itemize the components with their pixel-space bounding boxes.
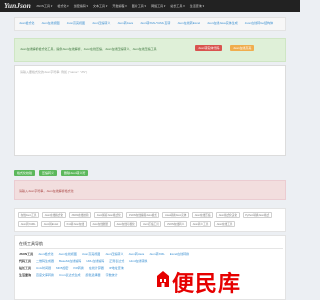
tag-cloud: 在线Json工具 Json在线格式化 JSON在线校验 Json解析Json格式…	[14, 208, 286, 232]
tool-link[interactable]: 正则表达式	[109, 259, 124, 263]
tool-tabs-panel: Json格式化 Json在线视图 Json高亮视图 Json压缩转义 Json转…	[14, 17, 286, 31]
tool-link[interactable]: Unix时间戳	[36, 266, 51, 270]
tool-link[interactable]: 颜色选择器	[86, 273, 101, 277]
tools-category: 站长工具	[19, 266, 32, 270]
nav-dev[interactable]: 开发编程 ▾	[112, 4, 126, 8]
tool-link[interactable]: Json在线视图	[59, 252, 77, 256]
tag-chip[interactable]: Json格式化美化	[216, 212, 240, 219]
tag-chip[interactable]: Xml转Json在线	[63, 221, 87, 228]
tab-json-to-java[interactable]: Json转Java	[117, 21, 133, 25]
tools-category: 生活查询	[19, 273, 32, 277]
tab-json-compress[interactable]: Json压缩转义	[92, 21, 110, 25]
tag-chip[interactable]: Json在线图谱	[89, 221, 111, 228]
tool-link[interactable]: 百度文库转换	[36, 273, 54, 277]
building-icon	[157, 271, 169, 287]
nav-text-tools[interactable]: 文本工具 ▾	[93, 4, 107, 8]
tag-chip[interactable]: Json在线可视化	[113, 221, 138, 228]
info-tip-panel: Json在线解析格式化工具，提供Json在线解析、Json在线压缩、Json在线…	[14, 38, 286, 62]
tab-json-excel[interactable]: Json在线转Excel	[177, 21, 200, 25]
tools-row-json: JSON工具 Json格式化 Json在线视图 Json高亮视图 Json压缩转…	[19, 252, 189, 256]
nav-json-tools[interactable]: JSON工具 ▾	[36, 4, 52, 8]
tag-chip[interactable]: Json转Excel	[41, 221, 61, 228]
tool-link[interactable]: Cron表达式生成	[59, 273, 81, 277]
tool-link[interactable]: IP地址查询	[109, 266, 124, 270]
tag-chip[interactable]: Json解析Json格式化	[94, 212, 124, 219]
nav-life-query[interactable]: 生活查询 ▾	[190, 4, 204, 8]
tool-link[interactable]: Base64在线编码	[59, 259, 81, 263]
tag-chip[interactable]: JSON在线转义	[164, 221, 187, 228]
nav-encode[interactable]: 加密编码 ▾	[74, 4, 88, 8]
tab-json-java-entity[interactable]: Json在线Java实体生成	[207, 21, 238, 25]
tools-row-code: 代码工具 二维码生成器 Base64在线编码 URL在线编码 正则表达式 Htm…	[19, 259, 147, 263]
tools-category: 代码工具	[19, 259, 32, 263]
tag-chip[interactable]: Python转换Json格式	[242, 212, 272, 219]
tool-link[interactable]: Json压缩转义	[105, 252, 123, 256]
tab-json-go[interactable]: Json在线转Go结构体	[245, 21, 273, 25]
tool-link[interactable]: Pdf转换	[73, 266, 84, 270]
tool-link[interactable]: Html在线转换	[129, 259, 147, 263]
tag-chip[interactable]: Json在线工具	[213, 221, 235, 228]
tools-title: 在线工具导航	[19, 241, 43, 246]
tool-link[interactable]: Json转XML	[149, 252, 165, 256]
compress-escape-button[interactable]: 压缩转义	[39, 170, 58, 176]
json-input-editor[interactable]: 请输入要格式化的Json字符串: 例如 {"name": "ZS"}	[14, 65, 286, 156]
tag-chip[interactable]: JSON在线校验	[68, 212, 92, 219]
tool-link[interactable]: Json转Java	[129, 252, 145, 256]
tool-link[interactable]: 二维码生成器	[36, 259, 54, 263]
tool-link[interactable]: 字数统计	[106, 273, 118, 277]
tools-row-webmaster: 站长工具 Unix时间戳 MD5加密 Pdf转换 在线计算器 IP地址查询	[19, 266, 124, 270]
json-highlight-button[interactable]: Json在线高亮	[230, 45, 255, 51]
alert-text: 请输入Json字符串，Json在线解析格式化	[19, 189, 74, 193]
format-validate-button[interactable]: 格式化校验	[14, 170, 36, 176]
tab-json-xml-yaml[interactable]: Json转XML/YAML互转	[140, 21, 170, 25]
nav-image-tools[interactable]: 图片工具 ▾	[132, 4, 146, 8]
result-alert: 请输入Json字符串，Json在线解析格式化	[14, 180, 286, 200]
tag-chip[interactable]: Json压缩工具	[140, 221, 162, 228]
tag-chip[interactable]: Json在线压缩	[191, 212, 214, 219]
action-buttons: 格式化校验 压缩转义 删除Json转义符	[14, 170, 89, 176]
nav-network-tools[interactable]: 网络工具 ▾	[151, 4, 165, 8]
nav-webmaster-tools[interactable]: 站长工具 ▾	[170, 4, 184, 8]
tools-category: JSON工具	[19, 252, 34, 256]
editor-placeholder: 请输入要格式化的Json字符串: 例如 {"name": "ZS"}	[20, 70, 88, 74]
nav-format[interactable]: 格式化 ▾	[57, 4, 68, 8]
remove-escape-button[interactable]: 删除Json转义符	[61, 170, 89, 176]
site-logo[interactable]: YunJson	[4, 1, 31, 10]
top-navbar: YunJson JSON工具 ▾ 格式化 ▾ 加密编码 ▾ 文本工具 ▾ 开发编…	[0, 0, 300, 12]
tag-chip[interactable]: Java转换Json实体	[162, 212, 189, 219]
tool-link[interactable]: Json格式化	[38, 252, 53, 256]
tool-link[interactable]: Json高亮视图	[82, 252, 100, 256]
tool-link[interactable]: URL在线编码	[86, 259, 104, 263]
divider	[19, 248, 283, 249]
tool-link[interactable]: Excel在线转换	[170, 252, 189, 256]
tag-chip[interactable]: Json转义工具	[189, 221, 211, 228]
tab-json-highlight[interactable]: Json高亮视图	[67, 21, 85, 25]
watermark-text: 便民库	[172, 272, 242, 297]
tag-chip[interactable]: JSON在线编辑Json格式	[126, 212, 160, 219]
tag-chip[interactable]: 在线Json工具	[18, 212, 40, 219]
tool-link[interactable]: MD5加密	[56, 266, 68, 270]
main-nav: JSON工具 ▾ 格式化 ▾ 加密编码 ▾ 文本工具 ▾ 开发编程 ▾ 图片工具…	[36, 0, 204, 12]
site-watermark: www.bianminku.com 便民库	[156, 263, 296, 297]
tip-text: Json在线解析格式化工具，提供Json在线解析、Json在线压缩、Json在线…	[20, 47, 157, 51]
tag-chip[interactable]: Json转YAML	[18, 221, 39, 228]
json-to-entity-button[interactable]: Json转实体代码	[195, 45, 223, 51]
tool-link[interactable]: 在线计算器	[89, 266, 104, 270]
tools-row-life: 生活查询 百度文库转换 Cron表达式生成 颜色选择器 字数统计	[19, 273, 118, 277]
tab-json-view[interactable]: Json在线视图	[41, 21, 59, 25]
tag-chip[interactable]: Json在线格式化	[42, 212, 66, 219]
tab-json-format[interactable]: Json格式化	[19, 21, 34, 25]
